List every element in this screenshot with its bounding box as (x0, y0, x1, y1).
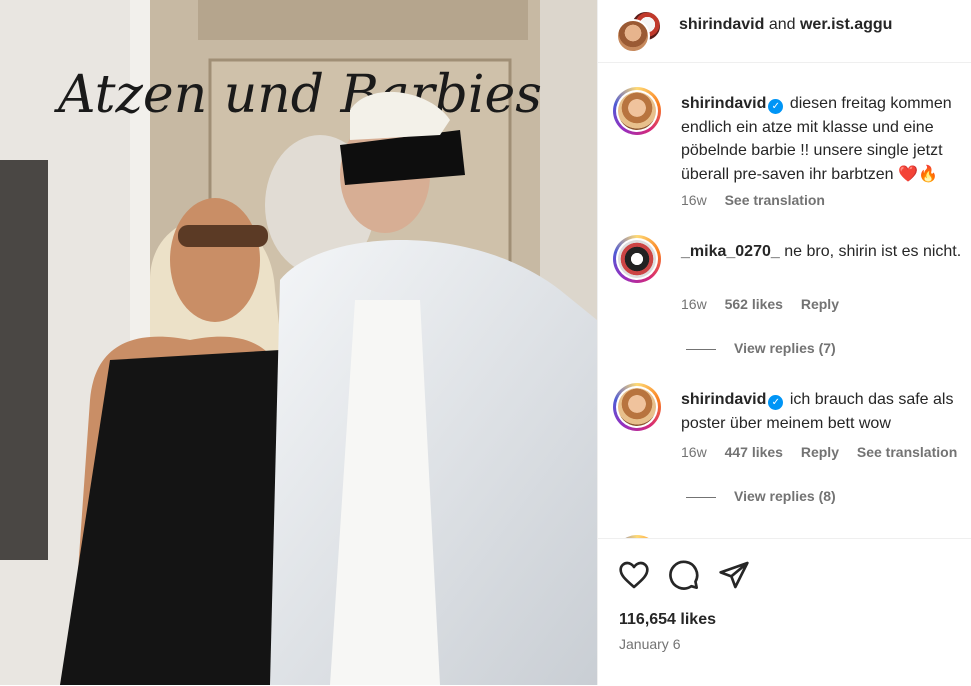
post-authors: shirindavid and wer.ist.aggu (679, 16, 892, 34)
avatar[interactable] (613, 87, 661, 135)
verified-badge-icon: ✓ (768, 99, 784, 114)
comment-text: ne bro, shirin ist es nicht. (784, 243, 962, 260)
divider-line (686, 496, 716, 498)
likes-count[interactable]: 116,654 likes (619, 611, 716, 629)
avatar[interactable] (613, 383, 661, 431)
comment-time[interactable]: 16w (681, 192, 707, 208)
post-image: Atzen und Barbies (0, 0, 597, 685)
comment-time[interactable]: 16w (681, 444, 707, 460)
post-header: shirindavid and wer.ist.aggu (598, 0, 971, 63)
verified-badge-icon: ✓ (768, 395, 784, 410)
comment-meta: 16w See translation (681, 192, 839, 208)
comment-body: _mika_0270_ ne bro, shirin ist es nicht. (681, 240, 969, 264)
comment-icon[interactable] (668, 559, 700, 591)
collab-avatars[interactable] (616, 8, 662, 53)
send-icon[interactable] (718, 559, 750, 591)
post-sidebar: shirindavid and wer.ist.aggu shirindavid… (597, 0, 971, 686)
comments-list[interactable]: shirindavid ✓ diesen freitag kommen endli… (598, 63, 971, 538)
reply-button[interactable]: Reply (801, 296, 839, 312)
reply-button[interactable]: Reply (801, 444, 839, 460)
author-connector: and (768, 16, 796, 33)
comment-likes[interactable]: 447 likes (725, 444, 783, 460)
see-translation-button[interactable]: See translation (857, 444, 957, 460)
post-actions: 116,654 likes January 6 (598, 538, 971, 686)
comment-meta: 16w 447 likes Reply See translation (681, 444, 971, 460)
view-replies-label[interactable]: View replies (7) (734, 340, 836, 356)
comment-username[interactable]: _mika_0270_ (681, 243, 780, 260)
comment-body: shirindavid ✓ ich brauch das safe als pos… (681, 388, 969, 435)
view-replies-button[interactable]: View replies (8) (686, 488, 836, 504)
post-date[interactable]: January 6 (619, 636, 680, 652)
comment-likes[interactable]: 562 likes (725, 296, 783, 312)
divider-line (686, 348, 716, 350)
avatar[interactable] (613, 235, 661, 283)
comment-meta: 16w 562 likes Reply (681, 296, 853, 312)
author-link[interactable]: shirindavid (679, 16, 764, 33)
comment-time[interactable]: 16w (681, 296, 707, 312)
avatar[interactable] (616, 19, 650, 53)
heart-icon[interactable] (618, 559, 650, 591)
see-translation-button[interactable]: See translation (725, 192, 825, 208)
post-image-title: Atzen und Barbies (54, 65, 542, 125)
author-link[interactable]: wer.ist.aggu (800, 16, 892, 33)
view-replies-label[interactable]: View replies (8) (734, 488, 836, 504)
comment-username[interactable]: shirindavid (681, 95, 766, 112)
comment-username[interactable]: shirindavid (681, 391, 766, 408)
view-replies-button[interactable]: View replies (7) (686, 340, 836, 356)
comment-emoji: ❤️🔥 (898, 165, 938, 183)
caption-text: shirindavid ✓ diesen freitag kommen endli… (681, 92, 969, 186)
